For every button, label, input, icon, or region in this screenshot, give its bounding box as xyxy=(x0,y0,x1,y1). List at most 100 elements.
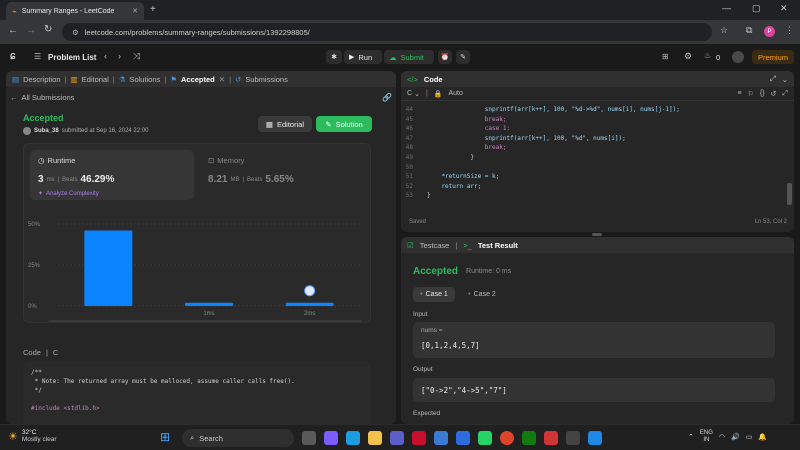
panel-resize-handle[interactable] xyxy=(592,233,602,236)
app-icon-13[interactable] xyxy=(566,431,580,445)
case-tab-2[interactable]: • Case 2 xyxy=(461,287,503,302)
tab-editorial[interactable]: Editorial xyxy=(82,75,109,84)
tab-description[interactable]: Description xyxy=(23,75,61,84)
editor-scrollbar[interactable] xyxy=(787,183,792,205)
xbox-icon[interactable] xyxy=(522,431,536,445)
new-tab-icon[interactable]: + xyxy=(150,4,156,15)
fire-icon[interactable]: ♨ xyxy=(704,51,711,60)
site-info-icon[interactable]: ⚙ xyxy=(72,28,79,37)
maximize-icon[interactable]: ▢ xyxy=(752,3,761,14)
leetcode-logo-icon[interactable]: ɕ xyxy=(10,50,16,62)
auto-mode[interactable]: Auto xyxy=(448,90,462,97)
submission-code-view[interactable]: /** * Note: The returned array must be m… xyxy=(23,362,371,424)
timer-button[interactable]: ⏰ xyxy=(438,50,452,64)
runtime-distribution-chart[interactable]: 50%25%0%1ms2ms1ms2ms xyxy=(24,202,370,322)
whatsapp-icon[interactable] xyxy=(478,431,492,445)
submit-button[interactable]: ☁ Submit xyxy=(384,50,434,64)
input-language[interactable]: ENG IN xyxy=(700,430,713,444)
store-icon[interactable] xyxy=(434,431,448,445)
runtime-bar[interactable] xyxy=(185,302,233,306)
settings-icon[interactable]: ⚙ xyxy=(684,51,692,62)
line-number: 50 xyxy=(405,163,413,171)
submitter-name[interactable]: Suba_38 xyxy=(34,128,59,134)
reset-icon[interactable]: ↺ xyxy=(771,90,777,98)
battery-icon[interactable]: ▭ xyxy=(746,433,753,441)
reload-icon[interactable]: ↻ xyxy=(44,24,52,35)
runtime-bar[interactable] xyxy=(285,302,334,306)
debug-button[interactable]: ✱ xyxy=(326,50,342,64)
code-line[interactable]: 47 snprintf(arr[k++], 100, "%d", nums[i]… xyxy=(401,134,794,144)
case-tab-1[interactable]: • Case 1 xyxy=(413,287,455,302)
layout-icon[interactable]: ⊞ xyxy=(662,52,669,61)
browser-menu-icon[interactable]: ⋮ xyxy=(785,25,794,36)
prev-problem-icon[interactable]: ‹ xyxy=(104,51,107,61)
weather-widget[interactable]: ☀ 32°C Mostly clear xyxy=(8,429,57,443)
photos-icon[interactable] xyxy=(588,431,602,445)
code-line[interactable]: 49 } xyxy=(401,153,794,163)
tab-test-result[interactable]: Test Result xyxy=(478,241,518,250)
bookmark-icon[interactable]: ⚐ xyxy=(748,90,754,98)
close-tab-icon[interactable]: ✕ xyxy=(132,7,138,15)
runtime-card[interactable]: ◷ Runtime 3 ms | Beats 46.29% ✦ Analyze … xyxy=(30,150,194,200)
code-line[interactable]: 52 return arr; xyxy=(401,182,794,192)
close-window-icon[interactable]: ✕ xyxy=(780,3,788,14)
extensions-icon[interactable]: ⧉ xyxy=(746,25,752,36)
tab-testcase[interactable]: Testcase xyxy=(420,241,450,250)
tab-accepted[interactable]: Accepted xyxy=(181,75,215,84)
notification-bell-icon[interactable]: 🔔 xyxy=(758,433,767,441)
expand-icon[interactable]: ⤢ xyxy=(770,74,776,84)
all-submissions-link[interactable]: ← All Submissions xyxy=(10,93,74,102)
code-editor[interactable]: 44 snprintf(arr[k++], 100, "%d->%d", num… xyxy=(401,101,794,201)
code-line[interactable]: 48 break; xyxy=(401,143,794,153)
shuffle-icon[interactable]: ⤨ xyxy=(133,51,140,62)
user-avatar[interactable] xyxy=(732,51,744,63)
braces-icon[interactable]: {} xyxy=(760,90,765,97)
format-lines-icon[interactable]: ≡ xyxy=(737,90,741,97)
code-line[interactable]: 45 break; xyxy=(401,115,794,125)
editorial-button[interactable]: ▦ Editorial xyxy=(258,116,312,132)
copilot-icon[interactable] xyxy=(324,431,338,445)
code-line[interactable]: 50 xyxy=(401,163,794,173)
task-view-icon[interactable] xyxy=(302,431,316,445)
tab-solutions[interactable]: Solutions xyxy=(129,75,160,84)
windows-start-icon[interactable]: ⊞ xyxy=(160,430,170,444)
forward-icon[interactable]: → xyxy=(26,25,36,36)
code-line[interactable]: 51 *returnSize = k; xyxy=(401,172,794,182)
close-accepted-tab-icon[interactable]: ✕ xyxy=(219,75,225,84)
chrome-icon[interactable] xyxy=(500,431,514,445)
language-select[interactable]: C ⌄ xyxy=(407,90,420,98)
taskbar-search[interactable]: ⌕ Search xyxy=(182,429,294,447)
memory-card[interactable]: ⊡ Memory 8.21 MB | Beats 5.65% xyxy=(200,150,364,200)
app-icon-12[interactable] xyxy=(544,431,558,445)
url-field[interactable]: ⚙ leetcode.com/problems/summary-ranges/s… xyxy=(62,23,712,41)
solution-button[interactable]: ✎ Solution xyxy=(316,116,372,132)
bookmark-star-icon[interactable]: ☆ xyxy=(720,25,728,36)
share-icon[interactable]: 🔗 xyxy=(382,93,392,102)
fullscreen-icon[interactable]: ⤢ xyxy=(782,90,788,98)
minimize-icon[interactable]: — xyxy=(722,3,731,13)
back-icon[interactable]: ← xyxy=(8,25,18,36)
wifi-icon[interactable]: ◠ xyxy=(719,433,725,441)
tray-chevron-icon[interactable]: ⌃ xyxy=(688,433,694,441)
browser-tab[interactable]: ⌁ Summary Ranges - LeetCode ✕ xyxy=(6,2,144,20)
code-line[interactable]: 46 case 1: xyxy=(401,124,794,134)
mcafee-icon[interactable] xyxy=(412,431,426,445)
app-icon-8[interactable] xyxy=(456,431,470,445)
edge-icon[interactable] xyxy=(346,431,360,445)
tab-submissions[interactable]: Submissions xyxy=(245,75,288,84)
teams-icon[interactable] xyxy=(390,431,404,445)
run-button[interactable]: ▶ Run xyxy=(344,50,382,64)
notes-button[interactable]: ✎ xyxy=(456,50,470,64)
collapse-icon[interactable]: ⌄ xyxy=(782,75,788,84)
file-explorer-icon[interactable] xyxy=(368,431,382,445)
analyze-complexity-link[interactable]: ✦ Analyze Complexity xyxy=(38,190,99,198)
y-tick-label: 50% xyxy=(28,222,41,228)
problem-list-link[interactable]: Problem List xyxy=(48,53,96,62)
premium-button[interactable]: Premium xyxy=(752,50,794,64)
next-problem-icon[interactable]: › xyxy=(118,51,121,61)
runtime-bar[interactable] xyxy=(84,230,133,306)
volume-icon[interactable]: 🔊 xyxy=(731,433,740,441)
profile-avatar[interactable]: P xyxy=(764,26,775,37)
code-line[interactable]: 44 snprintf(arr[k++], 100, "%d->%d", num… xyxy=(401,105,794,115)
code-line[interactable]: 53} xyxy=(401,191,794,201)
